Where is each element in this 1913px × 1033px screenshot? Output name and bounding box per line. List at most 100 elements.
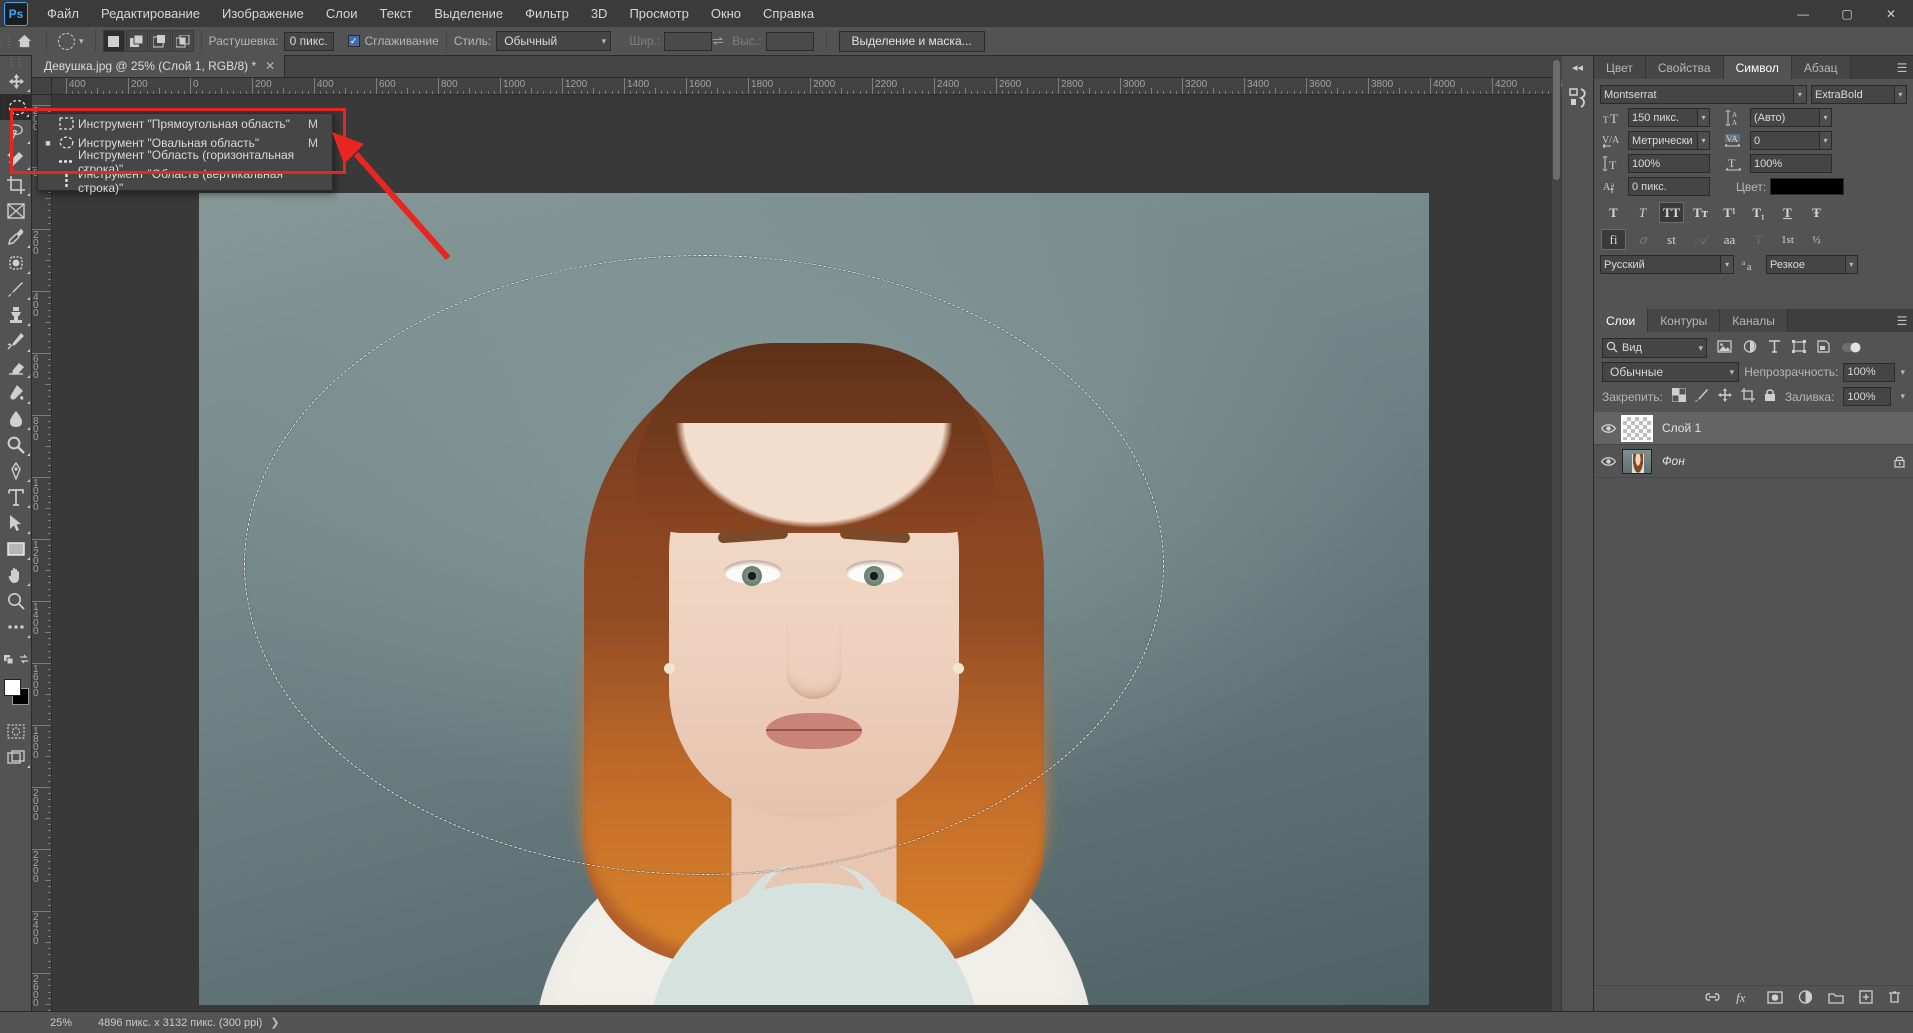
color-swatches[interactable] (0, 677, 32, 711)
close-icon[interactable]: ✕ (265, 59, 275, 73)
baseline-shift-input[interactable] (1629, 178, 1709, 195)
menu-item-5[interactable]: Выделение (423, 2, 514, 25)
tab-свойства[interactable]: Свойства (1645, 56, 1724, 79)
kerning-select[interactable]: ▾ (1628, 131, 1710, 150)
zoom-tool[interactable] (0, 588, 32, 614)
strikethrough-button[interactable]: Ŧ (1804, 202, 1829, 223)
lasso-tool[interactable] (0, 120, 32, 146)
all-caps-button[interactable]: TT (1659, 202, 1684, 223)
clone-stamp-tool[interactable] (0, 302, 32, 328)
lock-all-icon[interactable] (1764, 388, 1776, 405)
chevron-down-icon[interactable]: ▾ (1844, 256, 1857, 273)
chevron-down-icon[interactable]: ▾ (1792, 86, 1806, 103)
font-size-input[interactable] (1629, 109, 1698, 126)
ordinals-button[interactable]: 1st (1775, 229, 1800, 250)
scrollbar-thumb[interactable] (1553, 60, 1560, 180)
tab-слои[interactable]: Слои (1594, 309, 1649, 332)
flyout-item-0[interactable]: Инструмент "Прямоугольная область" M (38, 114, 332, 133)
type-tool[interactable] (0, 484, 32, 510)
vertical-scale-field[interactable] (1628, 154, 1710, 173)
adjustment-layer-icon[interactable] (1798, 990, 1813, 1007)
antialias-method-select[interactable]: ▾ (1766, 255, 1858, 274)
new-selection-button[interactable] (102, 30, 125, 52)
horizontal-scale-input[interactable] (1751, 155, 1831, 172)
eraser-tool[interactable] (0, 354, 32, 380)
menu-item-7[interactable]: 3D (580, 2, 619, 25)
layer-visibility-toggle[interactable] (1594, 456, 1622, 467)
tab-контуры[interactable]: Контуры (1648, 309, 1721, 332)
character-panel-icon[interactable] (1562, 78, 1593, 118)
layer-mask-icon[interactable] (1767, 990, 1783, 1007)
quick-mask-icon[interactable] (0, 718, 32, 744)
zoom-level[interactable]: 25% (32, 1017, 90, 1029)
chevron-down-icon[interactable]: ▾ (1720, 256, 1733, 273)
swap-arrows-icon[interactable] (712, 35, 724, 47)
filter-toggle-icon[interactable] (1841, 341, 1861, 356)
menu-item-9[interactable]: Окно (700, 2, 752, 25)
language-input[interactable] (1601, 256, 1721, 273)
chevron-right-icon[interactable]: ❯ (270, 1016, 279, 1029)
adjustment-filter-icon[interactable] (1743, 340, 1757, 356)
menu-item-0[interactable]: Файл (36, 2, 90, 25)
subscript-button[interactable]: T₁ (1746, 202, 1771, 223)
type-filter-icon[interactable] (1768, 340, 1781, 356)
delete-layer-icon[interactable] (1888, 990, 1901, 1007)
tab-каналы[interactable]: Каналы (1720, 309, 1788, 332)
vertical-scale-input[interactable] (1629, 155, 1709, 172)
font-family-select[interactable]: ▾ (1600, 85, 1807, 104)
leading-input[interactable] (1751, 109, 1820, 126)
link-layers-icon[interactable] (1704, 991, 1721, 1006)
menu-item-4[interactable]: Текст (369, 2, 424, 25)
close-button[interactable]: ✕ (1869, 0, 1913, 27)
spot-healing-brush-tool[interactable] (0, 250, 32, 276)
opacity-field[interactable] (1843, 362, 1896, 382)
home-icon[interactable] (9, 27, 39, 56)
menu-item-1[interactable]: Редактирование (90, 2, 211, 25)
move-tool[interactable] (0, 68, 32, 94)
canvas[interactable] (52, 95, 1562, 1011)
fractions-button[interactable]: ½ (1804, 229, 1829, 250)
kerning-input[interactable] (1629, 132, 1698, 149)
leading-select[interactable]: ▾ (1750, 108, 1832, 127)
path-selection-tool[interactable] (0, 510, 32, 536)
tab-цвет[interactable]: Цвет (1594, 56, 1646, 79)
screen-mode-icon[interactable] (0, 744, 32, 770)
subtract-from-selection-button[interactable] (148, 30, 171, 52)
font-family-input[interactable] (1601, 86, 1793, 103)
superscript-button[interactable]: T¹ (1717, 202, 1742, 223)
edit-toolbar-button[interactable] (0, 614, 32, 640)
feather-input[interactable]: 0 пикс. (283, 31, 334, 51)
select-and-mask-button[interactable]: Выделение и маска... (838, 30, 985, 52)
elliptical-marquee-tool[interactable] (0, 94, 32, 120)
fill-field[interactable] (1843, 387, 1892, 406)
discretionary-ligatures-button[interactable]: st (1659, 229, 1684, 250)
layer-row[interactable]: Фон (1594, 445, 1913, 478)
history-brush-tool[interactable] (0, 328, 32, 354)
collapse-panels-icon[interactable]: ◂◂ (1562, 56, 1593, 78)
pen-tool[interactable] (0, 458, 32, 484)
text-color-swatch[interactable] (1770, 178, 1845, 195)
faux-italic-button[interactable]: T (1630, 202, 1655, 223)
options-bar-grip[interactable]: ⋮⋮ (0, 27, 14, 56)
menu-item-2[interactable]: Изображение (211, 2, 315, 25)
height-input[interactable] (765, 31, 814, 51)
width-input[interactable] (664, 31, 713, 51)
antialias-checkbox[interactable]: ✓ (347, 35, 360, 47)
old-style-button[interactable]: aa (1717, 229, 1742, 250)
baseline-shift-field[interactable] (1628, 177, 1710, 196)
shape-filter-icon[interactable] (1792, 340, 1806, 356)
tracking-select[interactable]: ▾ (1750, 131, 1832, 150)
dodge-tool[interactable] (0, 432, 32, 458)
fill-input[interactable] (1844, 388, 1891, 405)
chevron-down-icon[interactable]: ▾ (1819, 109, 1831, 126)
intersect-with-selection-button[interactable] (171, 30, 194, 52)
layer-style-icon[interactable]: fx (1736, 990, 1752, 1007)
lock-artboard-nesting-icon[interactable] (1740, 388, 1755, 405)
blend-mode-select[interactable]: Обычные ▾ (1602, 362, 1740, 382)
layer-row[interactable]: Слой 1 (1594, 412, 1913, 445)
faux-bold-button[interactable]: T (1601, 202, 1626, 223)
brush-tool[interactable] (0, 276, 32, 302)
chevron-down-icon[interactable]: ▾ (1900, 367, 1905, 378)
frame-tool[interactable] (0, 198, 32, 224)
chevron-down-icon[interactable]: ▾ (1697, 109, 1709, 126)
